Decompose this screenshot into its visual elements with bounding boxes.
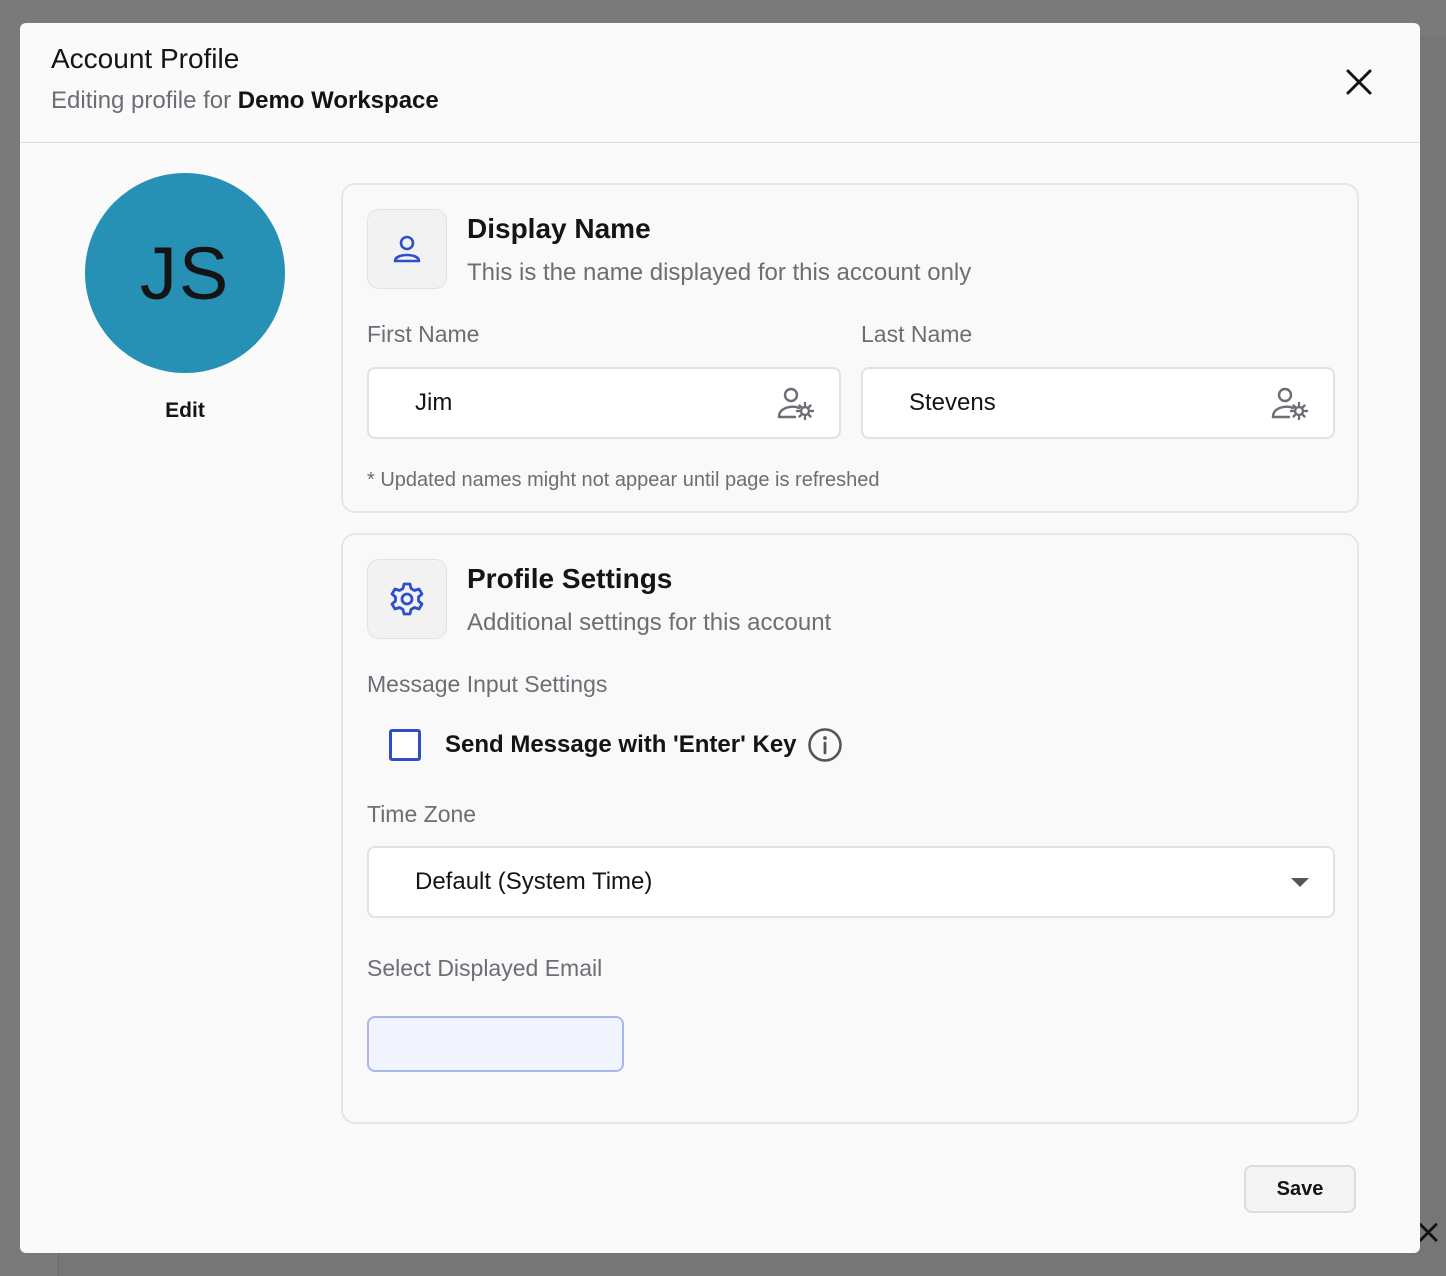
send-enter-info-button[interactable]: [807, 727, 843, 763]
close-button[interactable]: [1340, 63, 1378, 101]
time-zone-label: Time Zone: [367, 801, 477, 827]
display-name-icon-box: [367, 209, 447, 289]
user-gear-icon: [777, 387, 815, 421]
profile-settings-icon-box: [367, 559, 447, 639]
caret-down-icon: [1291, 878, 1309, 887]
last-name-label: Last Name: [861, 321, 973, 347]
profile-settings-card: Profile Settings Additional settings for…: [341, 533, 1359, 1124]
last-name-input[interactable]: Stevens: [861, 367, 1335, 439]
close-icon: [1346, 69, 1372, 95]
display-name-title: Display Name: [467, 213, 651, 244]
info-icon: [807, 728, 842, 762]
displayed-email-select[interactable]: [367, 1016, 624, 1072]
profile-settings-description: Additional settings for this account: [467, 609, 832, 636]
modal-header: Account Profile Editing profile for Demo…: [20, 23, 1420, 143]
send-enter-checkbox[interactable]: [389, 729, 421, 761]
avatar: JS: [85, 173, 285, 373]
time-zone-value: Default (System Time): [415, 868, 653, 895]
first-name-label: First Name: [367, 321, 480, 347]
display-name-card: Display Name This is the name displayed …: [341, 183, 1359, 513]
first-name-input[interactable]: Jim: [367, 367, 841, 439]
edit-avatar-button[interactable]: Edit: [85, 399, 285, 423]
profile-settings-title: Profile Settings: [467, 563, 673, 594]
modal-subtitle: Editing profile for Demo Workspace: [51, 87, 439, 115]
message-input-settings-label: Message Input Settings: [367, 671, 608, 697]
user-icon: [393, 235, 421, 263]
gear-icon: [390, 582, 424, 616]
last-name-value: Stevens: [909, 389, 996, 416]
time-zone-select[interactable]: Default (System Time): [367, 846, 1335, 918]
avatar-initials: JS: [139, 231, 231, 315]
modal-title: Account Profile: [51, 43, 240, 74]
name-refresh-note: * Updated names might not appear until p…: [367, 469, 880, 491]
send-enter-label: Send Message with 'Enter' Key: [445, 731, 797, 758]
subtitle-prefix: Editing profile for: [51, 87, 232, 114]
display-name-description: This is the name displayed for this acco…: [467, 259, 972, 286]
save-button[interactable]: Save: [1244, 1165, 1356, 1213]
user-gear-icon: [1271, 387, 1309, 421]
first-name-value: Jim: [415, 389, 453, 416]
displayed-email-label: Select Displayed Email: [367, 955, 603, 981]
send-enter-row: Send Message with 'Enter' Key: [389, 725, 843, 765]
workspace-name: Demo Workspace: [237, 87, 439, 114]
account-profile-modal: Account Profile Editing profile for Demo…: [20, 23, 1420, 1253]
